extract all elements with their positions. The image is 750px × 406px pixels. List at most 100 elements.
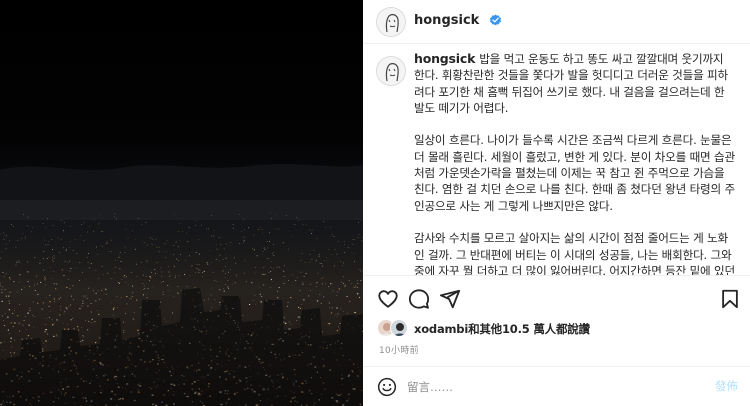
- city-light: [88, 321, 90, 322]
- city-light: [34, 290, 36, 291]
- city-light: [329, 307, 331, 309]
- city-light: [167, 290, 169, 291]
- city-light: [274, 255, 275, 256]
- city-light: [328, 302, 331, 304]
- city-light: [323, 276, 325, 278]
- city-light: [73, 299, 75, 301]
- save-button[interactable]: [719, 288, 741, 310]
- city-light: [102, 231, 104, 232]
- city-light: [145, 276, 147, 277]
- city-light: [10, 322, 12, 324]
- city-light: [146, 260, 148, 262]
- like-button[interactable]: [377, 288, 399, 310]
- city-light: [70, 304, 72, 306]
- city-light: [5, 235, 7, 237]
- city-light: [255, 267, 257, 268]
- city-light: [60, 306, 62, 307]
- city-light: [304, 261, 306, 263]
- city-light: [27, 312, 29, 314]
- city-light: [121, 279, 123, 280]
- city-light: [285, 215, 287, 216]
- city-light: [147, 243, 148, 245]
- city-light: [194, 287, 196, 289]
- post-comment-button[interactable]: 發佈: [715, 378, 738, 394]
- city-light: [300, 271, 301, 273]
- city-light: [352, 239, 354, 240]
- city-light: [175, 275, 176, 277]
- city-light: [9, 277, 10, 279]
- comment-button[interactable]: [408, 288, 430, 310]
- city-light: [29, 310, 31, 311]
- city-light: [34, 316, 35, 317]
- city-light: [69, 288, 71, 290]
- city-light: [154, 269, 156, 270]
- city-light: [88, 226, 90, 227]
- emoji-icon[interactable]: [377, 377, 397, 397]
- post-photo[interactable]: [0, 0, 363, 406]
- avatar[interactable]: [376, 7, 406, 37]
- caption-avatar[interactable]: [376, 56, 406, 86]
- city-light: [140, 307, 142, 308]
- city-light: [10, 341, 12, 343]
- likes-row[interactable]: xodambi和其他10.5 萬人都說讚: [363, 316, 750, 340]
- city-light: [219, 254, 221, 256]
- city-light: [267, 258, 269, 259]
- city-light: [36, 293, 38, 295]
- city-light: [82, 303, 84, 304]
- city-light: [177, 292, 179, 294]
- city-light: [21, 238, 23, 240]
- caption-username[interactable]: hongsick: [414, 51, 475, 66]
- city-light: [254, 303, 256, 305]
- city-light: [349, 301, 351, 302]
- likes-count[interactable]: xodambi和其他10.5 萬人都說讚: [414, 321, 590, 337]
- city-light: [359, 297, 361, 299]
- comment-input[interactable]: [407, 377, 677, 397]
- city-light: [356, 286, 358, 288]
- city-light: [272, 253, 274, 255]
- city-light: [95, 292, 97, 294]
- city-light: [297, 277, 298, 279]
- city-light: [9, 291, 11, 293]
- city-light: [141, 262, 143, 263]
- city-light: [358, 222, 359, 224]
- city-light: [0, 233, 2, 235]
- city-light: [7, 316, 9, 318]
- city-light: [126, 276, 128, 278]
- liker-avatar[interactable]: [390, 319, 408, 337]
- city-light: [5, 295, 7, 297]
- city-light: [309, 254, 311, 255]
- city-light: [81, 327, 82, 328]
- username[interactable]: hongsick: [414, 13, 479, 28]
- share-button[interactable]: [439, 288, 461, 310]
- city-light: [65, 250, 67, 252]
- city-light: [187, 241, 189, 243]
- city-light: [174, 276, 176, 278]
- city-light: [177, 286, 179, 287]
- city-light: [308, 295, 310, 297]
- city-light: [313, 249, 315, 251]
- city-light: [5, 243, 7, 245]
- city-light: [25, 329, 27, 330]
- caption-area[interactable]: hongsick 밥을 먹고 운동도 하고 똥도 싸고 깔깔대며 웃기까지 한다.…: [363, 45, 750, 275]
- city-light: [136, 276, 138, 278]
- city-light: [83, 240, 85, 241]
- city-light: [45, 244, 46, 246]
- city-light: [227, 280, 229, 281]
- city-light: [318, 254, 320, 255]
- city-light: [55, 288, 57, 290]
- city-light: [299, 290, 301, 292]
- city-light: [179, 239, 181, 241]
- city-light: [61, 269, 63, 271]
- city-light: [90, 303, 92, 304]
- city-light: [303, 299, 305, 301]
- city-light: [131, 296, 133, 297]
- city-light: [8, 295, 10, 297]
- city-light: [107, 272, 109, 274]
- city-light: [114, 272, 116, 274]
- city-light: [87, 261, 89, 263]
- city-light: [296, 320, 298, 321]
- city-light: [244, 260, 246, 261]
- city-light: [13, 281, 15, 283]
- post-timestamp[interactable]: 10小時前: [379, 343, 419, 356]
- city-light: [241, 231, 243, 232]
